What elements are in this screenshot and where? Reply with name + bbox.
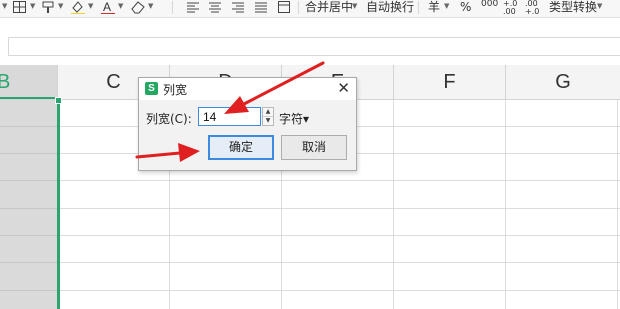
ribbon-toolbar: ▼ ▼ ▼ ▼ A ▼ ▼ 合并居中 ▼ 自动换行 羊 ▼ % 000 +.0 … [0,0,620,18]
grid-line [505,100,506,309]
grid-line [0,235,58,236]
format-painter-icon[interactable] [41,0,57,14]
currency-button[interactable]: 羊 [428,0,440,16]
column-width-dialog: S 列宽 ✕ 列宽(C): ▲ ▼ 字符▾ 确定 取消 [138,77,357,171]
cancel-button[interactable]: 取消 [281,135,347,160]
align-center-icon[interactable] [208,0,222,14]
selection-fill-handle[interactable] [55,97,62,104]
grid-line [0,126,58,127]
align-right-icon[interactable] [231,0,245,14]
selection-border [57,99,60,309]
grid-line [0,262,620,263]
grid-line [0,180,58,181]
font-color-icon[interactable]: A [100,0,116,14]
unit-dropdown[interactable]: 字符▾ [279,110,309,127]
column-width-stepper[interactable]: ▲ ▼ [262,107,274,126]
spin-up-icon[interactable]: ▲ [263,108,273,117]
fill-color-icon[interactable] [70,0,86,14]
formula-bar[interactable] [8,37,620,56]
grid-line [0,290,620,291]
type-convert-button[interactable]: 类型转换 [549,0,597,16]
chevron-down-icon[interactable]: ▼ [2,2,7,10]
grid-line [0,262,58,263]
merge-cells-icon[interactable] [277,0,291,14]
eraser-icon[interactable] [130,0,146,14]
decrease-decimal-button[interactable]: .00 +.0 [525,0,539,16]
thousands-separator-button[interactable]: 000 [481,0,498,13]
chevron-down-icon[interactable]: ▼ [88,2,93,10]
align-left-icon[interactable] [186,0,200,14]
grid-line [0,153,58,154]
chevron-down-icon[interactable]: ▼ [58,2,63,10]
chevron-down-icon[interactable]: ▼ [352,2,357,10]
percent-button[interactable]: % [460,0,471,16]
toolbar-divider [418,1,419,14]
spin-down-icon[interactable]: ▼ [263,117,273,125]
column-header-b[interactable]: B [0,65,58,99]
column-width-label: 列宽(C): [146,112,192,126]
dialog-title-bar[interactable]: S 列宽 ✕ [139,78,356,100]
grid-line [617,100,618,309]
grid-line [393,100,394,309]
justify-icon[interactable] [254,0,268,14]
grid-line [0,180,620,181]
dialog-title: 列宽 [163,83,188,97]
column-header-g[interactable]: G [506,65,620,99]
column-width-input[interactable] [198,107,261,126]
chevron-down-icon[interactable]: ▼ [118,2,123,10]
selected-column-b[interactable] [0,100,58,309]
app-logo-icon: S [145,82,158,95]
grid-line [0,208,620,209]
chevron-down-icon[interactable]: ▼ [148,2,153,10]
merge-center-button[interactable]: 合并居中 [305,0,353,16]
chevron-down-icon[interactable]: ▼ [30,2,35,10]
chevron-down-icon[interactable]: ▼ [444,2,449,10]
toolbar-divider [298,1,299,14]
column-header-f[interactable]: F [394,65,506,99]
grid-line [0,208,58,209]
borders-icon[interactable] [12,0,28,14]
increase-decimal-button[interactable]: +.0 .00 [503,0,517,16]
chevron-down-icon[interactable]: ▼ [597,2,602,10]
svg-text:A: A [103,0,111,14]
wrap-text-button[interactable]: 自动换行 [366,0,414,16]
ok-button[interactable]: 确定 [208,135,274,160]
grid-line [0,235,620,236]
toolbar-divider [172,1,173,14]
grid-line [0,290,58,291]
close-icon[interactable]: ✕ [337,79,350,97]
